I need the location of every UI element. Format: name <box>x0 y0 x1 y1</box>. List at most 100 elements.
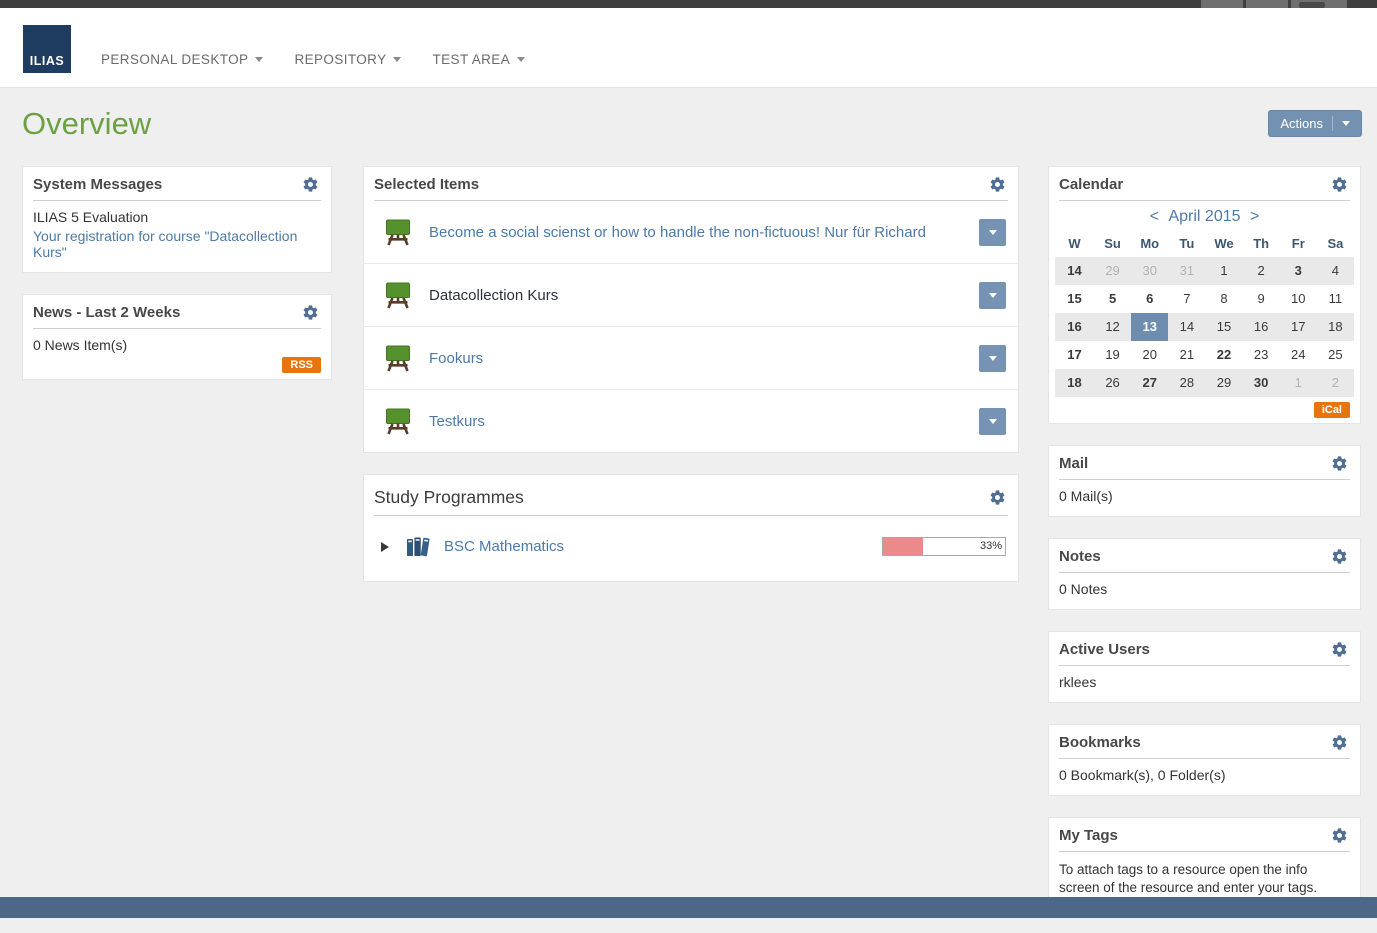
topbar-buttons <box>1201 0 1347 8</box>
calendar-day[interactable]: 20 <box>1131 341 1168 369</box>
topbar-search-button[interactable] <box>1291 0 1347 8</box>
ical-badge[interactable]: iCal <box>1314 402 1350 418</box>
mail-count: 0 Mail(s) <box>1049 480 1360 516</box>
calendar-day[interactable]: 22 <box>1205 341 1242 369</box>
nav-item-label: TEST AREA <box>432 52 510 67</box>
right-column: Calendar < April 2015 > WSuMoTuWeThFrSa1… <box>1048 166 1361 933</box>
gear-icon[interactable] <box>989 489 1006 506</box>
calendar-day[interactable]: 25 <box>1317 341 1354 369</box>
system-messages-panel: System Messages ILIAS 5 Evaluation Your … <box>22 166 332 273</box>
calendar-day[interactable]: 10 <box>1280 285 1317 313</box>
actions-button[interactable]: Actions <box>1268 110 1362 137</box>
selected-item-link[interactable]: Become a social scienst or how to handle… <box>429 224 979 241</box>
nav-item-test-area[interactable]: TEST AREA <box>432 52 525 67</box>
topbar <box>0 0 1377 8</box>
calendar-day[interactable]: 2 <box>1317 369 1354 397</box>
calendar-day[interactable]: 7 <box>1168 285 1205 313</box>
selected-item-row: Testkurs <box>364 389 1018 452</box>
calendar-next-button[interactable]: > <box>1250 208 1259 225</box>
calendar-day-header: Sa <box>1317 231 1354 257</box>
calendar-day[interactable]: 1 <box>1205 257 1242 285</box>
calendar-day[interactable]: 8 <box>1205 285 1242 313</box>
calendar-day[interactable]: 24 <box>1280 341 1317 369</box>
gear-icon[interactable] <box>302 304 319 321</box>
calendar-day[interactable]: 31 <box>1168 257 1205 285</box>
selected-item-label: Datacollection Kurs <box>429 287 979 304</box>
item-actions-dropdown-button[interactable] <box>979 408 1006 435</box>
panel-title: Selected Items <box>374 176 479 193</box>
selected-item-link[interactable]: Fookurs <box>429 350 979 367</box>
calendar-month-label[interactable]: April 2015 <box>1168 208 1240 225</box>
nav-item-repository[interactable]: REPOSITORY <box>294 52 401 67</box>
panel-title: Mail <box>1059 455 1088 472</box>
calendar-day[interactable]: 23 <box>1243 341 1280 369</box>
item-actions-dropdown-button[interactable] <box>979 345 1006 372</box>
topbar-button-stub[interactable] <box>1246 0 1288 8</box>
nav-item-personal-desktop[interactable]: PERSONAL DESKTOP <box>101 52 263 67</box>
calendar-week-number: 18 <box>1055 369 1094 397</box>
topbar-button-stub[interactable] <box>1201 0 1243 8</box>
rss-badge[interactable]: RSS <box>282 357 321 373</box>
gear-icon[interactable] <box>989 176 1006 193</box>
calendar-day[interactable]: 5 <box>1094 285 1131 313</box>
calendar-day[interactable]: 6 <box>1131 285 1168 313</box>
gear-icon[interactable] <box>302 176 319 193</box>
calendar-day[interactable]: 12 <box>1094 313 1131 341</box>
selected-item-row: Fookurs <box>364 326 1018 389</box>
course-icon <box>384 407 412 435</box>
calendar-day[interactable]: 28 <box>1168 369 1205 397</box>
study-programme-link[interactable]: BSC Mathematics <box>444 538 564 555</box>
panel-title: System Messages <box>33 176 162 193</box>
gear-icon[interactable] <box>1331 827 1348 844</box>
calendar-day[interactable]: 9 <box>1243 285 1280 313</box>
calendar-day-header: We <box>1205 231 1242 257</box>
gear-icon[interactable] <box>1331 734 1348 751</box>
calendar-day[interactable]: 26 <box>1094 369 1131 397</box>
calendar-day[interactable]: 29 <box>1205 369 1242 397</box>
nav-item-label: PERSONAL DESKTOP <box>101 52 248 67</box>
selected-item-link[interactable]: Testkurs <box>429 413 979 430</box>
page-head: Overview Actions <box>0 88 1377 166</box>
calendar-day[interactable]: 1 <box>1280 369 1317 397</box>
calendar-prev-button[interactable]: < <box>1150 208 1159 225</box>
notes-panel: Notes 0 Notes <box>1048 538 1361 610</box>
calendar-day[interactable]: 3 <box>1280 257 1317 285</box>
course-icon <box>384 281 412 309</box>
calendar-week-number: 14 <box>1055 257 1094 285</box>
gear-icon[interactable] <box>1331 548 1348 565</box>
calendar-day[interactable]: 18 <box>1317 313 1354 341</box>
calendar-day[interactable]: 15 <box>1205 313 1242 341</box>
calendar-day[interactable]: 16 <box>1243 313 1280 341</box>
gear-icon[interactable] <box>1331 455 1348 472</box>
calendar-day[interactable]: 29 <box>1094 257 1131 285</box>
chevron-down-icon <box>989 356 997 361</box>
left-column: System Messages ILIAS 5 Evaluation Your … <box>22 166 332 933</box>
calendar-day[interactable]: 30 <box>1131 257 1168 285</box>
calendar-day[interactable]: 11 <box>1317 285 1354 313</box>
calendar-day[interactable]: 17 <box>1280 313 1317 341</box>
item-actions-dropdown-button[interactable] <box>979 219 1006 246</box>
item-actions-dropdown-button[interactable] <box>979 282 1006 309</box>
gear-icon[interactable] <box>1331 641 1348 658</box>
expand-arrow-icon[interactable] <box>381 542 389 552</box>
system-message-link[interactable]: Your registration for course "Datacollec… <box>33 228 297 260</box>
chevron-down-icon <box>989 293 997 298</box>
gear-icon[interactable] <box>1331 176 1348 193</box>
calendar-day[interactable]: 27 <box>1131 369 1168 397</box>
panel-title: Bookmarks <box>1059 734 1141 751</box>
calendar-day[interactable]: 19 <box>1094 341 1131 369</box>
page-title: Overview <box>22 106 151 142</box>
actions-label: Actions <box>1280 116 1323 131</box>
calendar-day-selected[interactable]: 13 <box>1131 313 1168 341</box>
calendar-day[interactable]: 21 <box>1168 341 1205 369</box>
calendar-day[interactable]: 2 <box>1243 257 1280 285</box>
calendar-day[interactable]: 30 <box>1243 369 1280 397</box>
study-programme-row: BSC Mathematics 33% <box>364 516 1018 581</box>
calendar-day[interactable]: 14 <box>1168 313 1205 341</box>
selected-items-list: Become a social scienst or how to handle… <box>364 201 1018 452</box>
calendar-day-header: Fr <box>1280 231 1317 257</box>
calendar-day[interactable]: 4 <box>1317 257 1354 285</box>
main-nav: PERSONAL DESKTOP REPOSITORY TEST AREA <box>101 52 525 67</box>
ilias-logo[interactable]: ILIAS <box>23 25 71 73</box>
calendar-panel: Calendar < April 2015 > WSuMoTuWeThFrSa1… <box>1048 166 1361 424</box>
